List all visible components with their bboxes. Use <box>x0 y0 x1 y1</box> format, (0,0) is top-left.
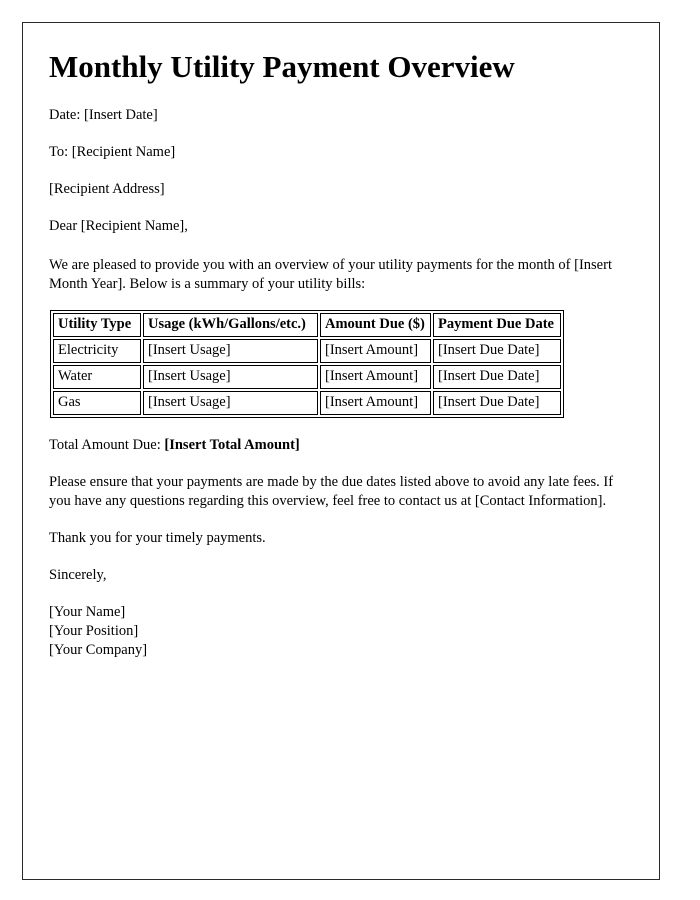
cell-amount-due: [Insert Amount] <box>320 365 431 389</box>
table-row: Water [Insert Usage] [Insert Amount] [In… <box>53 365 561 389</box>
column-header-amount-due: Amount Due ($) <box>320 313 431 338</box>
date-line: Date: [Insert Date] <box>49 106 158 123</box>
table-row: Electricity [Insert Usage] [Insert Amoun… <box>53 339 561 364</box>
column-header-utility-type: Utility Type <box>53 313 141 338</box>
signature-company: [Your Company] <box>49 642 148 659</box>
closing-paragraph: Please ensure that your payments are mad… <box>49 473 614 510</box>
total-amount-due-label: Total Amount Due: <box>49 436 161 453</box>
intro-paragraph: We are pleased to provide you with an ov… <box>49 257 612 293</box>
total-amount-due-line: Total Amount Due: [Insert Total Amount] <box>49 436 633 455</box>
recipient-name-line: To: [Recipient Name] <box>49 143 176 160</box>
cell-usage: [Insert Usage] <box>143 365 318 389</box>
column-header-usage: Usage (kWh/Gallons/etc.) <box>143 313 318 338</box>
signature-block: [Your Name] [Your Position] [Your Compan… <box>49 603 633 660</box>
recipient-address-line: [Recipient Address] <box>49 180 165 197</box>
cell-payment-due-date: [Insert Due Date] <box>433 390 561 415</box>
cell-utility-type: Water <box>53 365 141 389</box>
thanks-paragraph: Thank you for your timely payments. <box>49 530 266 547</box>
cell-payment-due-date: [Insert Due Date] <box>433 365 561 389</box>
document-page: Monthly Utility Payment Overview Date: [… <box>22 22 660 880</box>
cell-payment-due-date: [Insert Due Date] <box>433 339 561 364</box>
salutation-line: Dear [Recipient Name], <box>49 218 188 235</box>
table-row: Gas [Insert Usage] [Insert Amount] [Inse… <box>53 390 561 415</box>
table-header-row: Utility Type Usage (kWh/Gallons/etc.) Am… <box>53 313 561 338</box>
cell-usage: [Insert Usage] <box>143 339 318 364</box>
signature-name: [Your Name] <box>49 604 126 621</box>
cell-amount-due: [Insert Amount] <box>320 390 431 415</box>
document-body: Monthly Utility Payment Overview Date: [… <box>23 23 659 660</box>
total-amount-due-value: [Insert Total Amount] <box>164 436 300 453</box>
column-header-payment-due-date: Payment Due Date <box>433 313 561 338</box>
utility-bills-table: Utility Type Usage (kWh/Gallons/etc.) Am… <box>50 310 564 418</box>
signature-position: [Your Position] <box>49 623 139 640</box>
cell-amount-due: [Insert Amount] <box>320 339 431 364</box>
cell-usage: [Insert Usage] <box>143 390 318 415</box>
cell-utility-type: Gas <box>53 390 141 415</box>
page-title: Monthly Utility Payment Overview <box>49 49 515 84</box>
sincerely-line: Sincerely, <box>49 567 107 584</box>
cell-utility-type: Electricity <box>53 339 141 364</box>
